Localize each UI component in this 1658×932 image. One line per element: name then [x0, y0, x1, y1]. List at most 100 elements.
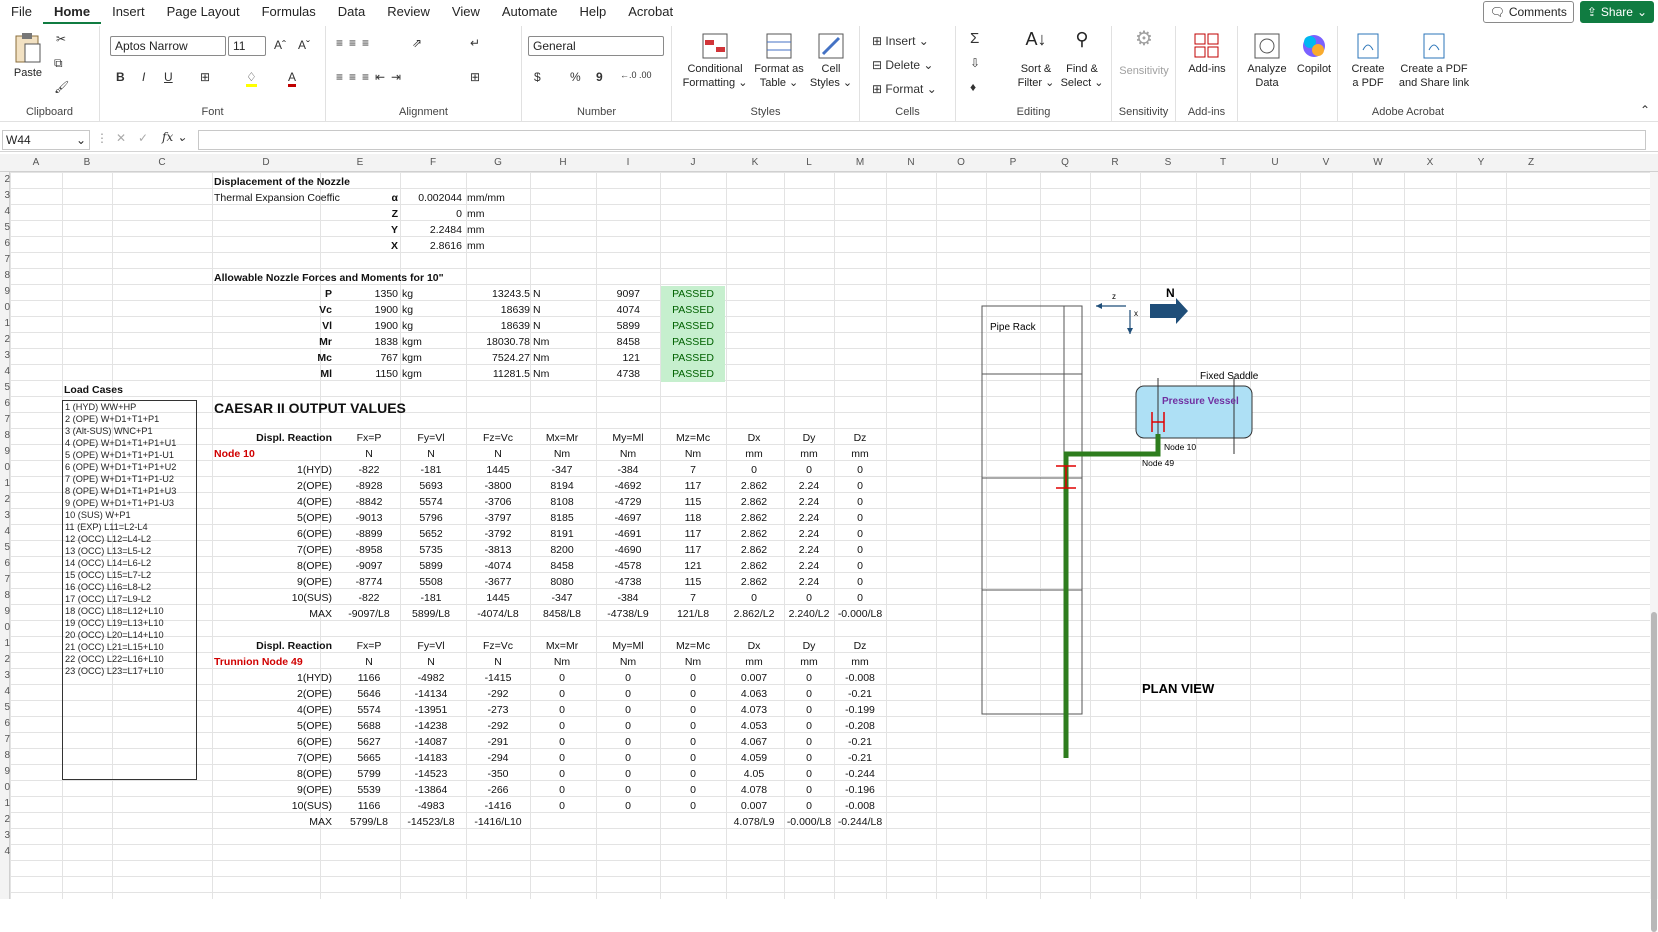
allowable-symbol[interactable]: Vl: [300, 318, 332, 334]
table-value[interactable]: -3706: [466, 494, 530, 510]
table-value[interactable]: 1445: [466, 590, 530, 606]
table-value[interactable]: 5799/L8: [340, 814, 398, 830]
row-header[interactable]: 0: [0, 302, 10, 313]
menu-tab-review[interactable]: Review: [376, 0, 441, 24]
table-value[interactable]: 7: [660, 462, 726, 478]
vertical-align-icons[interactable]: ≡≡≡: [336, 36, 375, 50]
column-header-f[interactable]: F: [400, 157, 466, 168]
format-painter-icon[interactable]: 🖌: [54, 80, 69, 94]
column-header-u[interactable]: U: [1250, 157, 1300, 168]
table-value[interactable]: -1415: [466, 670, 530, 686]
decrease-font-icon[interactable]: Aˇ: [298, 38, 310, 52]
number-format-select[interactable]: General: [528, 36, 664, 56]
table-value[interactable]: 2.862/L2: [726, 606, 782, 622]
table-value[interactable]: 2.862: [726, 478, 782, 494]
load-case-label[interactable]: 2(OPE): [214, 686, 332, 702]
table-value[interactable]: -14087: [400, 734, 462, 750]
unit-cell[interactable]: mm: [834, 446, 886, 462]
table-value[interactable]: 117: [660, 542, 726, 558]
conditional-formatting-button[interactable]: Conditional Formatting ⌄: [680, 32, 750, 90]
table-value[interactable]: -3813: [466, 542, 530, 558]
table-value[interactable]: -14238: [400, 718, 462, 734]
allowable-unit[interactable]: kgm: [402, 366, 422, 382]
table-value[interactable]: 0: [834, 574, 886, 590]
table-value[interactable]: -181: [400, 462, 462, 478]
column-header-o[interactable]: O: [936, 157, 986, 168]
currency-button[interactable]: $: [534, 70, 541, 84]
share-button[interactable]: ⇪ Share ⌄: [1579, 1, 1654, 23]
unit-cell[interactable]: Nm: [660, 654, 726, 670]
table-value[interactable]: -14183: [400, 750, 462, 766]
table-value[interactable]: 8185: [530, 510, 594, 526]
unit-cell[interactable]: mm: [726, 654, 782, 670]
unit-cell[interactable]: Nm: [530, 446, 594, 462]
table-value[interactable]: 0: [596, 798, 660, 814]
row-header[interactable]: 7: [0, 254, 10, 265]
column-header-6[interactable]: Dx: [726, 430, 782, 446]
load-case-label[interactable]: 10(SUS): [214, 798, 332, 814]
table-value[interactable]: -14134: [400, 686, 462, 702]
table-value[interactable]: 0: [596, 782, 660, 798]
column-header-g[interactable]: G: [466, 157, 530, 168]
row-header[interactable]: 4: [0, 686, 10, 697]
load-case-label[interactable]: 1(HYD): [214, 462, 332, 478]
table-value[interactable]: 0: [784, 766, 834, 782]
collapse-ribbon-icon[interactable]: ⌃: [1640, 103, 1650, 117]
find-select-button[interactable]: ⚲ Find & Select ⌄: [1060, 30, 1104, 90]
unit-cell[interactable]: Nm: [660, 446, 726, 462]
displacement-unit[interactable]: mm: [467, 238, 485, 254]
column-header-2[interactable]: Fz=Vc: [466, 430, 530, 446]
table-value[interactable]: 7: [660, 590, 726, 606]
column-header-i[interactable]: I: [596, 157, 660, 168]
copy-icon[interactable]: ⧉: [54, 56, 63, 71]
displacement-symbol[interactable]: Z: [340, 206, 398, 222]
table-value[interactable]: 118: [660, 510, 726, 526]
table-value[interactable]: -4691: [596, 526, 660, 542]
table-value[interactable]: 5899/L8: [400, 606, 462, 622]
row-header[interactable]: 4: [0, 526, 10, 537]
table-value[interactable]: 2.862: [726, 494, 782, 510]
table-value[interactable]: 2.24: [784, 510, 834, 526]
table-value[interactable]: -822: [340, 462, 398, 478]
passed-status[interactable]: PASSED: [661, 286, 725, 302]
column-header-w[interactable]: W: [1352, 157, 1404, 168]
menu-tab-page-layout[interactable]: Page Layout: [156, 0, 251, 24]
row-header[interactable]: 8: [0, 270, 10, 281]
table-value[interactable]: -0.208: [834, 718, 886, 734]
load-case-label[interactable]: 4(OPE): [214, 494, 332, 510]
table-value[interactable]: 2.24: [784, 558, 834, 574]
column-header-5[interactable]: Mz=Mc: [660, 430, 726, 446]
insert-cells-button[interactable]: ⊞ Insert ⌄: [872, 34, 929, 48]
table-value[interactable]: 8108: [530, 494, 594, 510]
table-value[interactable]: 0: [660, 782, 726, 798]
row-header[interactable]: 2: [0, 494, 10, 505]
row-header[interactable]: 6: [0, 238, 10, 249]
load-case-label[interactable]: 6(OPE): [214, 734, 332, 750]
unit-cell[interactable]: N: [340, 654, 398, 670]
create-share-pdf-button[interactable]: Create a PDF and Share link: [1392, 32, 1476, 90]
table-value[interactable]: 5899: [400, 558, 462, 574]
table-value[interactable]: 4.053: [726, 718, 782, 734]
table-value[interactable]: 0: [726, 462, 782, 478]
fill-color-icon[interactable]: ♢: [246, 70, 257, 87]
paste-button[interactable]: Paste: [8, 32, 48, 80]
column-header-7[interactable]: Dy: [784, 430, 834, 446]
displacement-unit[interactable]: mm/mm: [467, 190, 505, 206]
row-header[interactable]: 1: [0, 798, 10, 809]
allowable-converted[interactable]: 11281.5: [466, 366, 530, 382]
displacement-value[interactable]: 2.8616: [400, 238, 462, 254]
column-header-p[interactable]: P: [986, 157, 1040, 168]
menu-tab-view[interactable]: View: [441, 0, 491, 24]
table-value[interactable]: -0.000/L8: [834, 606, 886, 622]
table-value[interactable]: -294: [466, 750, 530, 766]
table-value[interactable]: -4074/L8: [466, 606, 530, 622]
row-header[interactable]: 3: [0, 190, 10, 201]
row-header[interactable]: 9: [0, 606, 10, 617]
displacement-title[interactable]: Displacement of the Nozzle: [214, 174, 350, 190]
table-value[interactable]: 0: [784, 702, 834, 718]
clear-icon[interactable]: ♦: [970, 80, 976, 94]
table-value[interactable]: -4578: [596, 558, 660, 574]
table-value[interactable]: 0: [530, 670, 594, 686]
sort-filter-button[interactable]: A↓ Sort & Filter ⌄: [1014, 30, 1058, 90]
table-value[interactable]: 2.862: [726, 526, 782, 542]
